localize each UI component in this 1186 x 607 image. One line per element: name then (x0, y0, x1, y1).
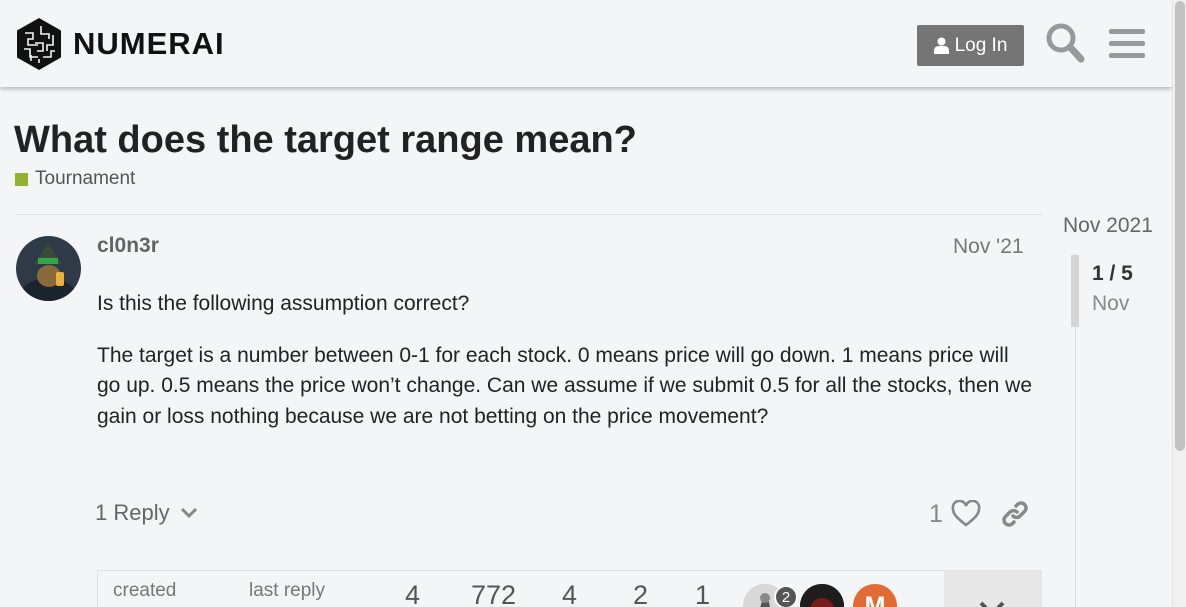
timeline-start-date[interactable]: Nov 2021 (1063, 214, 1153, 238)
topic-title[interactable]: What does the target range mean? (14, 119, 637, 162)
timeline-position: 1 / 5 (1092, 262, 1133, 285)
stat-replies: 4 (405, 580, 421, 607)
category-badge[interactable]: Tournament (15, 168, 135, 190)
post-paragraph: The target is a number between 0-1 for e… (97, 343, 1032, 428)
share-link-icon[interactable] (1000, 499, 1030, 529)
like-count[interactable]: 1 (929, 500, 943, 529)
site-logo[interactable]: NUMERAI (15, 17, 225, 71)
chevron-down-icon (180, 507, 197, 519)
page-scrollbar[interactable] (1172, 0, 1186, 607)
avatar-letter: M (864, 592, 886, 607)
brand-name: NUMERAI (73, 26, 225, 61)
login-label: Log In (954, 34, 1008, 56)
dark-avatar-image (800, 584, 844, 607)
post-author-avatar[interactable] (16, 236, 81, 301)
replies-label: 1 Reply (95, 500, 170, 525)
post-body: Is this the following assumption correct… (97, 289, 1032, 453)
login-button[interactable]: Log In (917, 25, 1024, 66)
heart-icon[interactable] (951, 500, 981, 528)
last-reply-label: last reply (249, 580, 326, 601)
stat-users: 4 (562, 580, 578, 607)
post-date[interactable]: Nov '21 (953, 235, 1024, 259)
site-header: NUMERAI Log In (0, 0, 1172, 87)
stat-links: 1 (695, 580, 711, 607)
participant-avatar[interactable]: M (853, 584, 897, 607)
category-name: Tournament (35, 168, 136, 189)
expand-topic-map-button[interactable] (944, 571, 1041, 607)
search-icon[interactable] (1045, 22, 1085, 64)
category-color-swatch (15, 172, 28, 186)
stat-likes: 2 (633, 580, 649, 607)
topic-divider (15, 214, 1042, 215)
post-author-username[interactable]: cl0n3r (97, 234, 159, 258)
user-icon (933, 37, 949, 54)
scrollbar-thumb[interactable] (1175, 1, 1185, 451)
stat-views: 772 (471, 580, 517, 607)
hamburger-menu-icon[interactable] (1107, 22, 1147, 64)
chevron-down-icon (979, 601, 1005, 607)
participant-post-count-badge: 2 (774, 585, 798, 607)
post-paragraph: Is this the following assumption correct… (97, 292, 470, 315)
numerai-logo-icon (17, 18, 61, 70)
wizard-avatar-image (16, 236, 81, 301)
timeline-current-date: Nov (1092, 292, 1130, 315)
topic-map: created last reply 4 772 4 2 1 2 M (97, 570, 1042, 607)
created-label: created (113, 580, 177, 601)
participant-avatar[interactable] (800, 584, 844, 607)
timeline-scroll-handle[interactable] (1071, 255, 1079, 327)
show-replies-button[interactable]: 1 Reply (95, 500, 198, 526)
